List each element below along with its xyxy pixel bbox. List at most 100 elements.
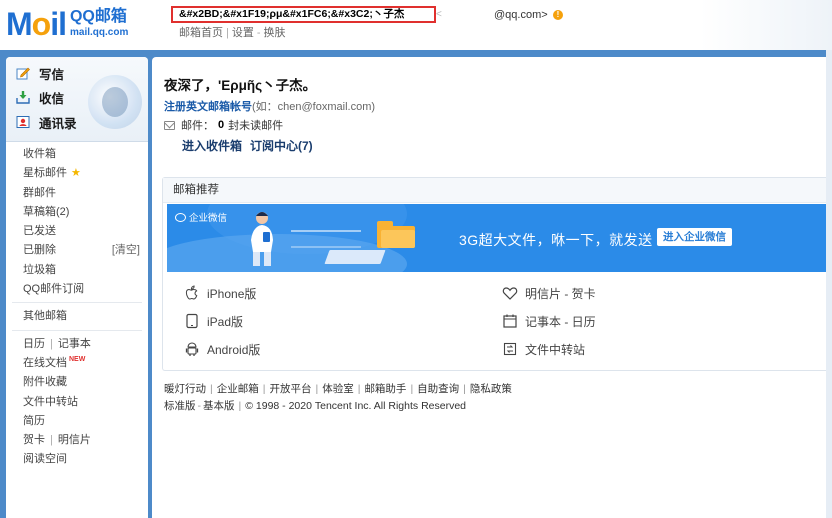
calendar-link[interactable]: 日历 [23,338,45,350]
folder-drafts[interactable]: 草稿箱(2) [6,203,148,222]
settings-link[interactable]: 设置 [232,27,254,39]
greeting-cards-link[interactable]: 贺卡 [23,434,45,446]
header-nav: 邮箱首页 | 设置 - 换肤 [179,24,286,40]
contacts-label: 通讯录 [39,116,77,131]
mailbox-home-link[interactable]: 邮箱首页 [179,27,223,39]
postcards-link[interactable]: 明信片 [58,434,91,446]
header: Moil QQ邮箱 mail.qq.com &#x2BD;&#x1F19;ρμ&… [0,0,832,50]
folder-starred[interactable]: 星标邮件 ★ [6,164,148,183]
tools-row-calendar: 日历 | 记事本 [6,335,148,354]
heart-icon [501,284,519,302]
separator: - [197,400,202,412]
penguin-decoration [88,75,142,129]
separator: | [226,27,229,39]
wecom-brand: 企业微信 [175,210,227,224]
logo-cn-text: QQ邮箱 [69,8,127,25]
logo-wordmark: Moil [6,6,67,42]
person-illustration [251,212,273,266]
basic-version-link[interactable]: 基本版 [203,400,235,412]
register-link[interactable]: 注册英文邮箱帐号 [164,101,252,113]
receive-button[interactable]: 收信 [16,87,64,107]
footer-link[interactable]: 暖灯行动 [164,383,206,395]
subscription-center-link[interactable]: 订阅中心(7) [250,139,313,153]
pen-icon [16,66,30,80]
divider [12,302,142,304]
empty-trash-link[interactable]: [清空] [112,241,140,260]
unread-count: 0 [218,119,225,131]
folder-deleted[interactable]: 已删除 [清空] [6,241,148,260]
banner-slogan: 3G超大文件，咻一下，就发送 [459,232,653,248]
warning-icon[interactable]: ! [553,10,563,20]
contacts-icon [16,115,30,129]
footer-link[interactable]: 体验室 [322,383,354,395]
other-mailboxes[interactable]: 其他邮箱 [6,307,148,326]
main-panel: 夜深了，'Ερμῆς丶子杰。 注册英文邮箱帐号(如：chen@foxmail.c… [152,57,832,518]
footer-link[interactable]: 隐私政策 [470,383,512,395]
logo-domain: mail.qq.com [69,27,129,38]
separator: | [210,383,213,395]
register-hint: (如：chen@foxmail.com) [252,101,376,113]
star-icon: ★ [71,167,81,180]
file-transfer-app-link[interactable]: 文件中转站 [501,340,585,358]
inbox-icon [16,90,30,104]
enter-wecom-button[interactable]: 进入企业微信 [657,228,732,246]
notes-link[interactable]: 记事本 [58,338,91,350]
attachments-link[interactable]: 附件收藏 [6,373,148,392]
separator: | [262,383,266,395]
folder-inbox[interactable]: 收件箱 [6,145,148,164]
mail-label: 邮件： [181,120,214,132]
transfer-icon [501,340,519,358]
register-english-account: 注册英文邮箱帐号(如：chen@foxmail.com) [164,98,375,114]
mail-status: 邮件： 0 封未读邮件 [164,117,283,133]
contacts-button[interactable]: 通讯录 [16,112,77,132]
tablet-icon [183,312,201,330]
folder-group-mail[interactable]: 群邮件 [6,184,148,203]
compose-button[interactable]: 写信 [16,63,64,83]
user-email: @qq.com> [494,9,548,21]
quick-links: 进入收件箱 订阅中心(7) [182,137,321,154]
android-app-link[interactable]: Android版 [183,340,260,358]
recommend-title: 邮箱推荐 [163,178,832,203]
footer-link[interactable]: 自助查询 [417,383,459,395]
header-fade [700,0,832,50]
resume-link[interactable]: 简历 [6,412,148,431]
separator: - [256,27,261,39]
reading-space-link[interactable]: 阅读空间 [6,450,148,469]
tools-row-cards: 贺卡 | 明信片 [6,431,148,450]
receive-label: 收信 [39,91,65,106]
calendar-icon [501,312,519,330]
greeting-text: 夜深了，'Ερμῆς丶子杰。 [164,78,317,93]
sidebar: 写信 收信 通讯录 收件箱 星标邮件 ★ 群邮件 草稿箱(2) 已发送 已删除 [清… [6,57,148,518]
footer-version-row: 标准版 - 基本版 | © 1998 - 2020 Tencent Inc. All R… [164,398,512,415]
footer-link[interactable]: 企业邮箱 [217,383,259,395]
notes-calendar-app-link[interactable]: 记事本 - 日历 [501,312,596,330]
right-edge [826,50,832,518]
android-icon [183,340,201,358]
footer-link[interactable]: 开放平台 [269,383,311,395]
separator: | [238,400,242,412]
standard-version-link[interactable]: 标准版 [164,400,196,412]
chat-bubble-icon [175,212,186,222]
user-name-suffix: < [436,9,442,20]
separator: | [410,383,414,395]
qq-mail-logo[interactable]: Moil QQ邮箱 mail.qq.com [6,6,128,42]
folder-subscriptions[interactable]: QQ邮件订阅 [6,280,148,299]
wecom-banner[interactable]: 企业微信 3G超大文件，咻一下，就发送 进入企业微信 [167,204,832,272]
ipad-app-link[interactable]: iPad版 [183,312,243,330]
laptop-illustration [324,250,386,264]
separator: | [315,383,319,395]
folder-illustration [377,221,415,248]
folder-sent[interactable]: 已发送 [6,222,148,241]
footer-link[interactable]: 邮箱助手 [364,383,406,395]
enter-inbox-link[interactable]: 进入收件箱 [182,139,242,153]
file-transfer-link[interactable]: 文件中转站 [6,393,148,412]
iphone-app-link[interactable]: iPhone版 [183,284,256,302]
envelope-icon [164,120,175,130]
online-docs-link[interactable]: 在线文档 NEW [6,354,148,373]
folder-spam[interactable]: 垃圾箱 [6,261,148,280]
change-skin-link[interactable]: 换肤 [264,27,286,39]
postcard-app-link[interactable]: 明信片 - 贺卡 [501,284,596,302]
copyright: © 1998 - 2020 Tencent Inc. All Rights Re… [245,400,467,412]
unread-label: 封未读邮件 [228,120,284,132]
compose-label: 写信 [39,67,65,82]
